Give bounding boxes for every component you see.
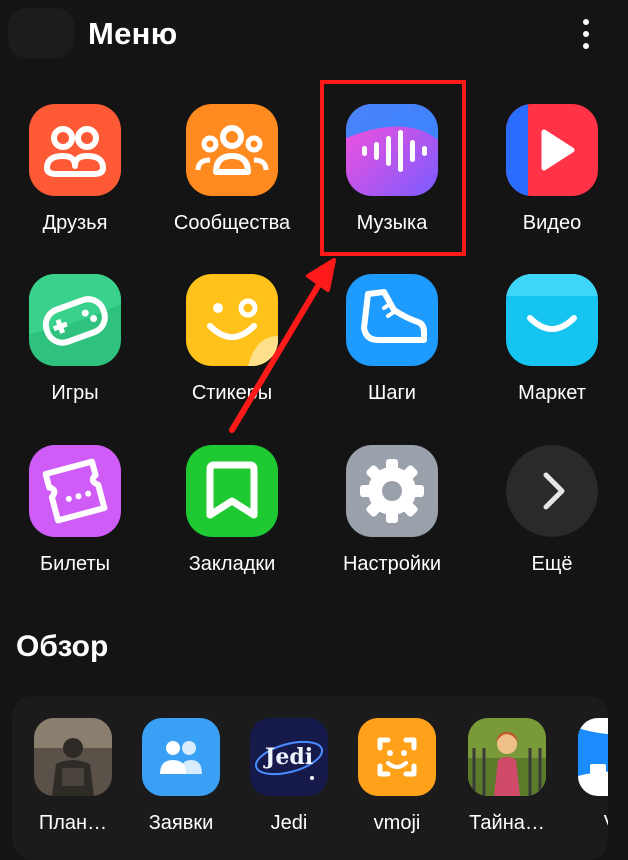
menu-item-label: Видео [522, 212, 582, 234]
discover-item[interactable]: vmoji [352, 718, 442, 858]
menu-item-communities[interactable]: Сообщества [157, 92, 307, 242]
vmoji-icon [358, 718, 436, 796]
menu-item-video[interactable]: Видео [477, 92, 627, 242]
menu-item-label: Билеты [40, 553, 110, 575]
menu-item-label: Настройки [342, 553, 442, 575]
requests-icon [142, 718, 220, 796]
menu-item-label: Шаги [368, 382, 416, 404]
gamepad-icon [29, 274, 121, 366]
menu-item-bookmarks[interactable]: Закладки [157, 433, 307, 583]
friends-icon [29, 104, 121, 196]
jedi-logo-text: Jedi [263, 744, 313, 770]
bookmark-icon [186, 445, 278, 537]
header: Меню [0, 0, 628, 72]
sneaker-icon [346, 274, 438, 366]
page-title: Меню [88, 16, 178, 51]
discover-item-label: Заявки [148, 812, 214, 834]
discover-item-label: План… [38, 812, 108, 834]
menu-item-more[interactable]: Ещё [477, 433, 627, 583]
menu-item-friends[interactable]: Друзья [0, 92, 150, 242]
jedi-game-icon: Jedi [250, 718, 328, 796]
menu-item-label: Закладки [188, 553, 276, 575]
discover-item-label: Jedi [270, 812, 308, 834]
menu-item-stickers[interactable]: Стикеры [157, 262, 307, 412]
discover-item[interactable]: Тайна… [462, 718, 552, 858]
soldier-game-icon [34, 718, 112, 796]
shopping-bag-icon [506, 274, 598, 366]
gear-icon [346, 445, 438, 537]
discover-item-label: VK [564, 812, 608, 835]
menu-item-market[interactable]: Маркет [477, 262, 627, 412]
discover-item[interactable]: Jedi Jedi [244, 718, 334, 858]
more-options-icon [583, 19, 589, 25]
menu-item-label: Маркет [518, 382, 586, 404]
discover-item-label: vmoji [373, 812, 421, 834]
video-icon [506, 104, 598, 196]
avatar[interactable] [8, 8, 74, 58]
more-options-button[interactable] [566, 14, 606, 54]
menu-item-label: Сообщества [173, 212, 291, 234]
discover-item[interactable]: Заявки [136, 718, 226, 858]
menu-item-label: Ещё [531, 553, 573, 575]
menu-item-steps[interactable]: Шаги [317, 262, 467, 412]
mystery-game-icon [468, 718, 546, 796]
menu-item-label: Друзья [42, 212, 108, 234]
menu-item-games[interactable]: Игры [0, 262, 150, 412]
menu-item-settings[interactable]: Настройки [317, 433, 467, 583]
discover-carousel[interactable]: План… Заявки Jedi Jedi vmoji Тайна… [12, 696, 608, 860]
vk-app-icon [578, 718, 608, 796]
ticket-icon [29, 445, 121, 537]
discover-item-label: Тайна… [469, 812, 545, 834]
chevron-right-icon [506, 445, 598, 537]
sticker-icon [186, 274, 278, 366]
menu-item-label: Стикеры [191, 382, 273, 404]
more-options-dot [583, 43, 589, 49]
discover-item[interactable]: VK [572, 718, 608, 858]
menu-item-tickets[interactable]: Билеты [0, 433, 150, 583]
menu-item-label: Игры [51, 382, 99, 404]
more-options-dot [583, 31, 589, 37]
discover-item[interactable]: План… [28, 718, 118, 858]
communities-icon [186, 104, 278, 196]
section-title-discover: Обзор [16, 630, 109, 663]
highlight-box [320, 80, 466, 256]
